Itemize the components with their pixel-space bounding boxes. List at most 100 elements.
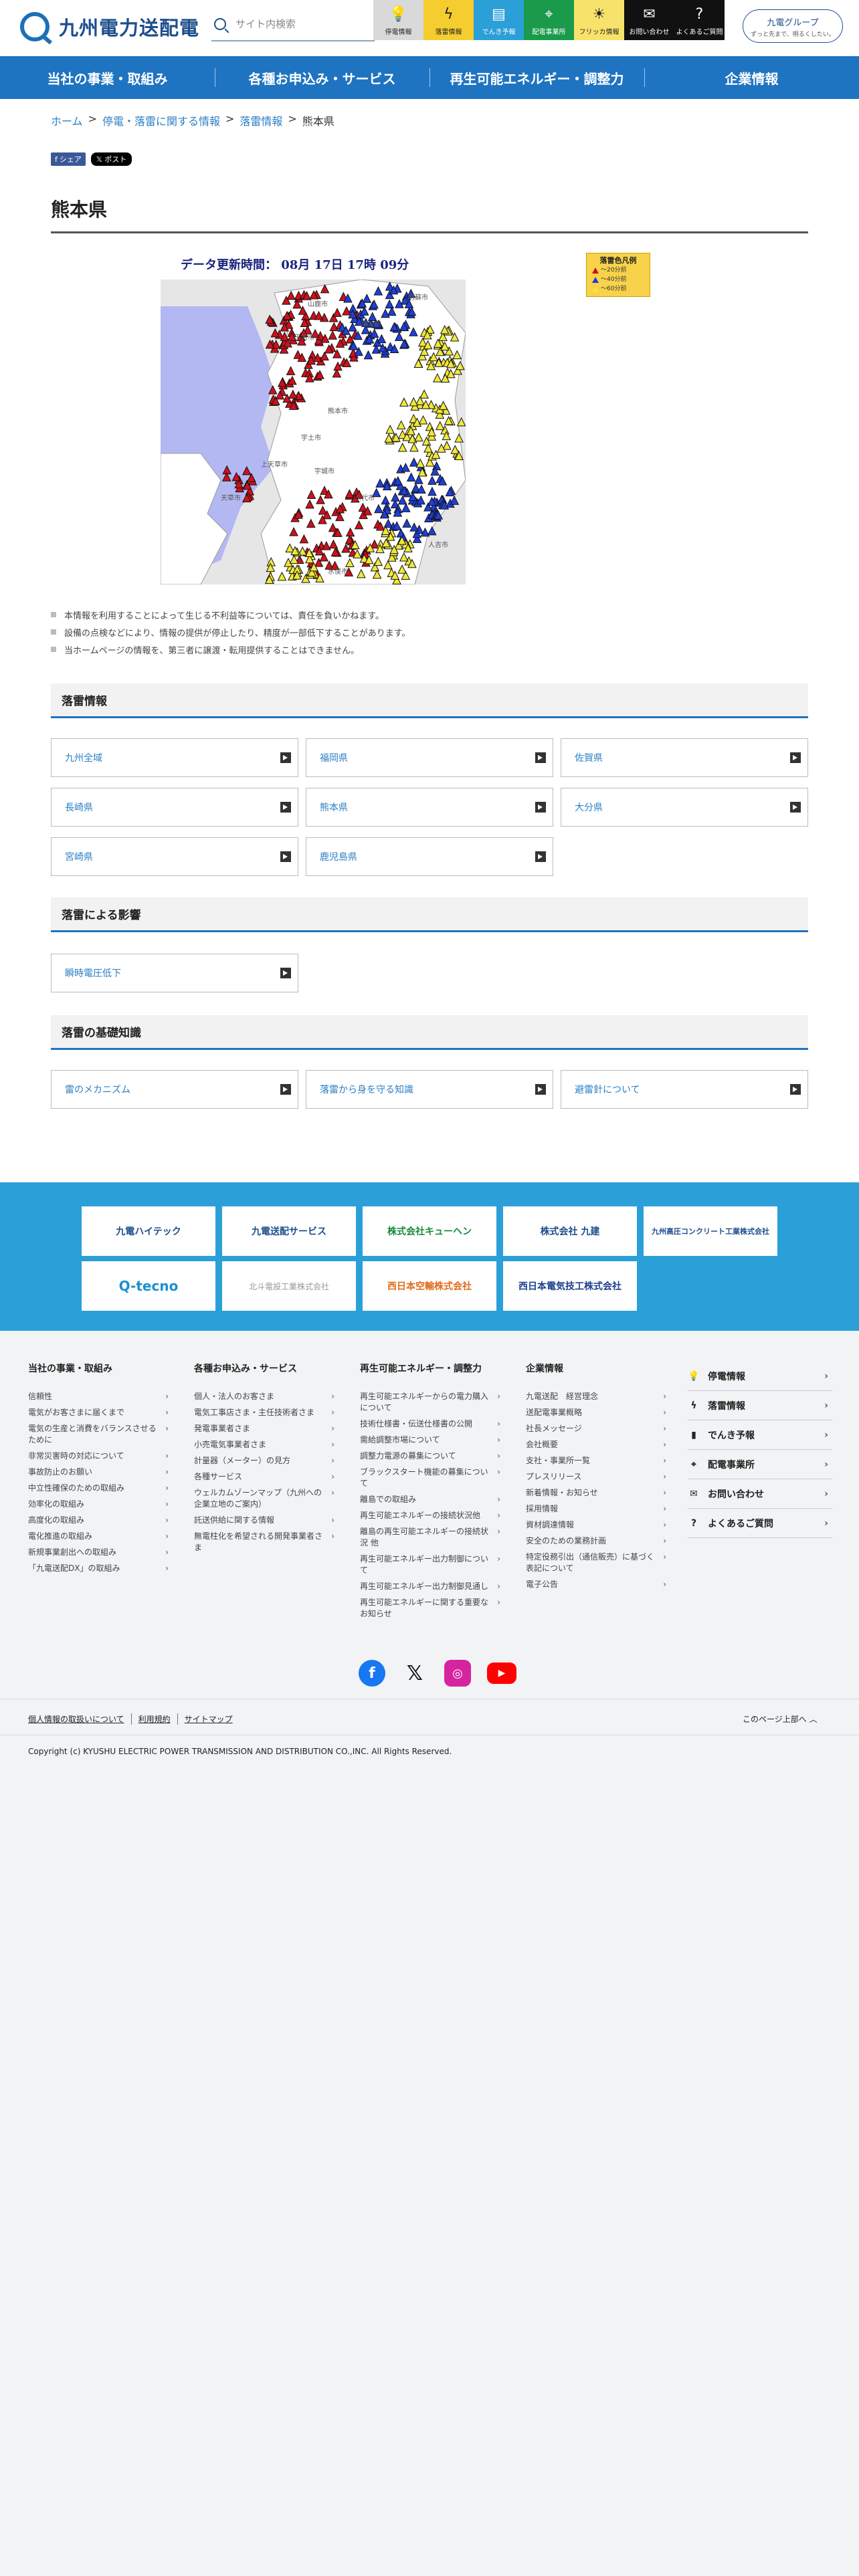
sitemap-link[interactable]: サイトマップ — [177, 1713, 240, 1725]
footer-link[interactable]: 電気の生産と消費をバランスさせるために — [28, 1423, 171, 1446]
gnav-company[interactable]: 企業情報 — [644, 56, 859, 99]
footer-link[interactable]: 再生可能エネルギーに関する重要なお知らせ — [360, 1597, 503, 1620]
footer-link[interactable]: 新規事業創出への取組み — [28, 1547, 171, 1558]
footer-link[interactable]: 個人・法人のお客さま — [194, 1391, 337, 1402]
footer-link[interactable]: 事故防止のお願い — [28, 1467, 171, 1478]
footer-link[interactable]: 再生可能エネルギーの接続状況他 — [360, 1510, 503, 1521]
link-voltage-dip[interactable]: 瞬時電圧低下 — [51, 954, 298, 992]
quick-nav-item[interactable]: ⌖ 配電事業所 — [524, 0, 574, 40]
terms-link[interactable]: 利用規約 — [130, 1713, 177, 1725]
gnav-services[interactable]: 各種お申込み・サービス — [215, 56, 430, 99]
x-post-button[interactable]: 𝕏 ポスト — [90, 152, 132, 166]
facebook-share-button[interactable]: f シェア — [51, 152, 86, 166]
footer-link[interactable]: 非常災害時の対応について — [28, 1451, 171, 1462]
quick-nav-item[interactable]: ▤ でんき予報 — [474, 0, 524, 40]
footer-side-link[interactable]: ϟ 落雷情報 — [688, 1391, 832, 1420]
link-nagasaki[interactable]: 長崎県 — [51, 788, 298, 827]
footer-link[interactable]: 中立性確保のための取組み — [28, 1483, 171, 1494]
footer-link[interactable]: 電子公告 — [526, 1579, 669, 1590]
footer-side-link[interactable]: ✉ お問い合わせ — [688, 1479, 832, 1509]
link-kagoshima[interactable]: 鹿児島県 — [306, 837, 553, 876]
privacy-link[interactable]: 個人情報の取扱いについて — [28, 1713, 131, 1725]
group-company-banner[interactable]: Q-tecno — [82, 1261, 215, 1311]
quick-nav-item[interactable]: ☀ フリッカ情報 — [574, 0, 624, 40]
group-logo[interactable]: 九電グループ ずっと先まで、明るくしたい。 — [743, 9, 843, 43]
link-kumamoto[interactable]: 熊本県 — [306, 788, 553, 827]
site-logo[interactable]: 九州電力送配電 — [20, 12, 199, 41]
footer-link[interactable]: 特定役務引出（通信販売）に基づく表記について — [526, 1551, 669, 1574]
footer-link[interactable]: 高度化の取組み — [28, 1515, 171, 1526]
footer-side-link[interactable]: ? よくあるご質問 — [688, 1509, 832, 1538]
footer-side-link[interactable]: 💡 停電情報 — [688, 1362, 832, 1391]
footer-link[interactable]: 各種サービス — [194, 1471, 337, 1483]
footer-link[interactable]: ブラックスタート機能の募集について — [360, 1467, 503, 1489]
gnav-renewable[interactable]: 再生可能エネルギー・調整力 — [430, 56, 644, 99]
footer-link[interactable]: 無電柱化を希望される開発事業者さま — [194, 1531, 337, 1553]
footer-link[interactable]: 「九電送配DX」の取組み — [28, 1563, 171, 1574]
footer-link[interactable]: 電気工事店さま・主任技術者さま — [194, 1407, 337, 1418]
footer-link[interactable]: 離島での取組み — [360, 1494, 503, 1505]
footer-link[interactable]: 託送供給に関する情報 — [194, 1515, 337, 1526]
footer-link[interactable]: 九電送配 経営理念 — [526, 1391, 669, 1402]
footer-link[interactable]: 電化推進の取組み — [28, 1531, 171, 1542]
footer-link[interactable]: 送配電事業概略 — [526, 1407, 669, 1418]
breadcrumb-home[interactable]: ホーム — [51, 112, 83, 128]
footer-link[interactable]: 需給調整市場について — [360, 1434, 503, 1446]
quick-nav-item[interactable]: ϟ 落雷情報 — [423, 0, 474, 40]
link-miyazaki[interactable]: 宮崎県 — [51, 837, 298, 876]
youtube-icon[interactable]: ▶ — [487, 1662, 516, 1684]
footer-link[interactable]: 発電事業者さま — [194, 1423, 337, 1434]
gnav-business[interactable]: 当社の事業・取組み — [0, 56, 215, 99]
group-company-banner[interactable]: 西日本空輸株式会社 — [363, 1261, 496, 1311]
footer-link[interactable]: プレスリリース — [526, 1471, 669, 1483]
footer-link[interactable]: 技術仕様書・伝送仕様書の公開 — [360, 1418, 503, 1430]
group-company-banner[interactable]: 株式会社 九建 — [503, 1206, 637, 1256]
footer-column: 各種お申込み・サービス個人・法人のお客さま電気工事店さま・主任技術者さま発電事業… — [194, 1362, 337, 1558]
breadcrumb-outage-lightning[interactable]: 停電・落雷に関する情報 — [102, 112, 220, 128]
group-company-banner[interactable]: 九州高圧コンクリート工業株式会社 — [644, 1206, 777, 1256]
footer-link[interactable]: 再生可能エネルギーからの電力購入について — [360, 1391, 503, 1414]
search-input[interactable] — [235, 18, 369, 30]
footer-link[interactable]: 効率化の取組み — [28, 1499, 171, 1510]
group-company-banner[interactable]: 九電ハイテック — [82, 1206, 215, 1256]
footer-link[interactable]: 新着情報・お知らせ — [526, 1487, 669, 1499]
link-fukuoka[interactable]: 福岡県 — [306, 738, 553, 777]
footer-link[interactable]: 計量器（メーター）の見方 — [194, 1455, 337, 1467]
footer-link[interactable]: 信頼性 — [28, 1391, 171, 1402]
back-to-top-link[interactable]: このページ上部へ ︿ — [743, 1713, 818, 1725]
link-kyushu-all[interactable]: 九州全域 — [51, 738, 298, 777]
footer-link[interactable]: 社長メッセージ — [526, 1423, 669, 1434]
footer-link[interactable]: 小売電気事業者さま — [194, 1439, 337, 1451]
link-lightning-safety[interactable]: 落雷から身を守る知識 — [306, 1070, 553, 1109]
footer-link[interactable]: 採用情報 — [526, 1503, 669, 1515]
search-icon[interactable] — [214, 18, 226, 30]
link-oita[interactable]: 大分県 — [561, 788, 808, 827]
footer-link[interactable]: ウェルカムゾーンマップ（九州への企業立地のご案内） — [194, 1487, 337, 1510]
footer-link[interactable]: 支社・事業所一覧 — [526, 1455, 669, 1467]
facebook-icon[interactable]: f — [359, 1660, 385, 1687]
quick-nav-item[interactable]: ? よくあるご質問 — [674, 0, 725, 40]
link-lightning-rod[interactable]: 避雷針について — [561, 1070, 808, 1109]
breadcrumb-lightning[interactable]: 落雷情報 — [240, 112, 282, 128]
group-company-banner[interactable]: 西日本電気技工株式会社 — [503, 1261, 637, 1311]
link-saga[interactable]: 佐賀県 — [561, 738, 808, 777]
quick-nav-item[interactable]: ✉ お問い合わせ — [624, 0, 674, 40]
footer-link[interactable]: 電気がお客さまに届くまで — [28, 1407, 171, 1418]
group-company-banner[interactable]: 北斗電設工業株式会社 — [222, 1261, 356, 1311]
footer-link[interactable]: 離島の再生可能エネルギーの接続状況 他 — [360, 1526, 503, 1549]
footer-link[interactable]: 調整力電源の募集について — [360, 1451, 503, 1462]
footer-link[interactable]: 会社概要 — [526, 1439, 669, 1451]
footer-side-link[interactable]: ▮ でんき予報 — [688, 1420, 832, 1450]
footer-link[interactable]: 再生可能エネルギー出力制御について — [360, 1553, 503, 1576]
group-company-banner[interactable]: 株式会社キューヘン — [363, 1206, 496, 1256]
instagram-icon[interactable]: ◎ — [444, 1660, 471, 1687]
footer-link[interactable]: 資材調達情報 — [526, 1519, 669, 1531]
link-label: 福岡県 — [320, 753, 348, 764]
footer-side-link[interactable]: ⌖ 配電事業所 — [688, 1450, 832, 1479]
footer-link[interactable]: 安全のための業務計画 — [526, 1535, 669, 1547]
group-company-banner[interactable]: 九電送配サービス — [222, 1206, 356, 1256]
x-icon[interactable]: 𝕏 — [401, 1660, 428, 1687]
link-lightning-mechanism[interactable]: 雷のメカニズム — [51, 1070, 298, 1109]
footer-link[interactable]: 再生可能エネルギー出力制御見通し — [360, 1581, 503, 1592]
quick-nav-item[interactable]: 💡 停電情報 — [373, 0, 423, 40]
